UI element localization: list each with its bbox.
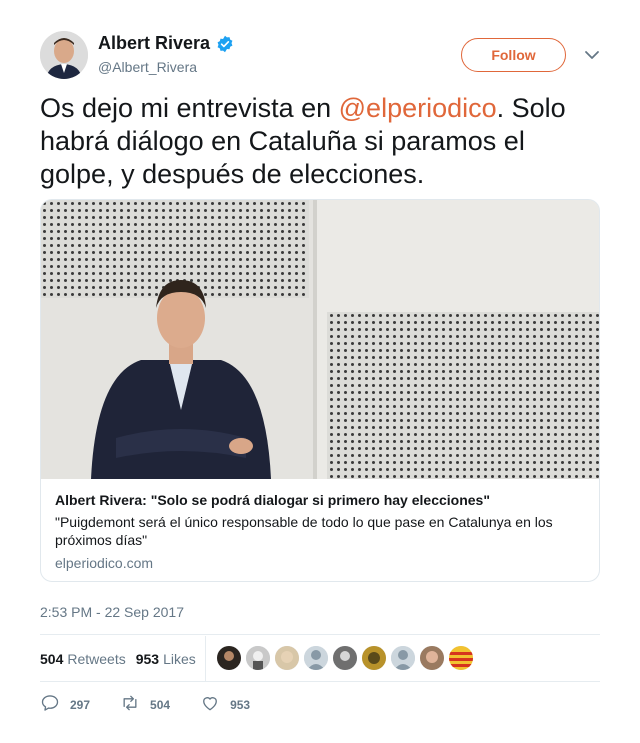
liker-avatar[interactable] bbox=[333, 646, 357, 670]
retweets-stat[interactable]: 504 Retweets bbox=[40, 651, 126, 667]
mention-link[interactable]: @elperiodico bbox=[339, 93, 497, 123]
retweet-icon bbox=[120, 693, 140, 716]
liker-avatar[interactable] bbox=[275, 646, 299, 670]
divider bbox=[40, 681, 600, 682]
author-name[interactable]: Albert Rivera bbox=[98, 33, 210, 54]
tweet-timestamp[interactable]: 2:53 PM - 22 Sep 2017 bbox=[40, 604, 184, 620]
liker-avatars bbox=[217, 646, 473, 670]
liker-avatar[interactable] bbox=[449, 646, 473, 670]
author-avatar[interactable] bbox=[40, 31, 88, 79]
author-handle[interactable]: @Albert_Rivera bbox=[98, 59, 197, 75]
liker-avatar[interactable] bbox=[246, 646, 270, 670]
card-domain[interactable]: elperiodico.com bbox=[55, 555, 153, 571]
retweets-label: Retweets bbox=[67, 650, 126, 667]
liker-avatar[interactable] bbox=[362, 646, 386, 670]
chevron-down-icon[interactable] bbox=[583, 46, 601, 64]
likes-label: Likes bbox=[163, 650, 196, 667]
author-name-row: Albert Rivera bbox=[98, 33, 234, 54]
follow-button[interactable]: Follow bbox=[461, 38, 566, 72]
retweet-button[interactable]: 504 bbox=[120, 693, 170, 716]
reply-count: 297 bbox=[70, 697, 91, 712]
liker-avatar[interactable] bbox=[420, 646, 444, 670]
liker-avatar[interactable] bbox=[304, 646, 328, 670]
tweet-actions: 297 504 953 bbox=[40, 693, 280, 716]
engagement-stats: 504 Retweets 953 Likes bbox=[40, 636, 600, 681]
tweet-text: Os dejo mi entrevista en @elperiodico. S… bbox=[40, 92, 600, 191]
link-card[interactable]: Albert Rivera: "Solo se podrá dialogar s… bbox=[40, 199, 600, 582]
stats-separator bbox=[205, 636, 206, 681]
tweet-text-before: Os dejo mi entrevista en bbox=[40, 93, 339, 123]
liker-avatar[interactable] bbox=[391, 646, 415, 670]
card-title[interactable]: Albert Rivera: "Solo se podrá dialogar s… bbox=[55, 492, 490, 508]
likes-stat[interactable]: 953 Likes bbox=[136, 651, 196, 667]
heart-icon bbox=[200, 693, 220, 716]
like-count: 953 bbox=[230, 697, 251, 712]
liker-avatar[interactable] bbox=[217, 646, 241, 670]
verified-badge-icon bbox=[216, 35, 234, 53]
reply-icon bbox=[40, 693, 60, 716]
retweets-count: 504 bbox=[40, 650, 64, 667]
card-image[interactable] bbox=[41, 200, 599, 479]
reply-button[interactable]: 297 bbox=[40, 693, 90, 716]
divider bbox=[40, 634, 600, 635]
card-description: "Puigdemont será el único responsable de… bbox=[55, 514, 553, 548]
like-button[interactable]: 953 bbox=[200, 693, 250, 716]
retweet-count: 504 bbox=[150, 697, 171, 712]
likes-count: 953 bbox=[135, 650, 160, 667]
